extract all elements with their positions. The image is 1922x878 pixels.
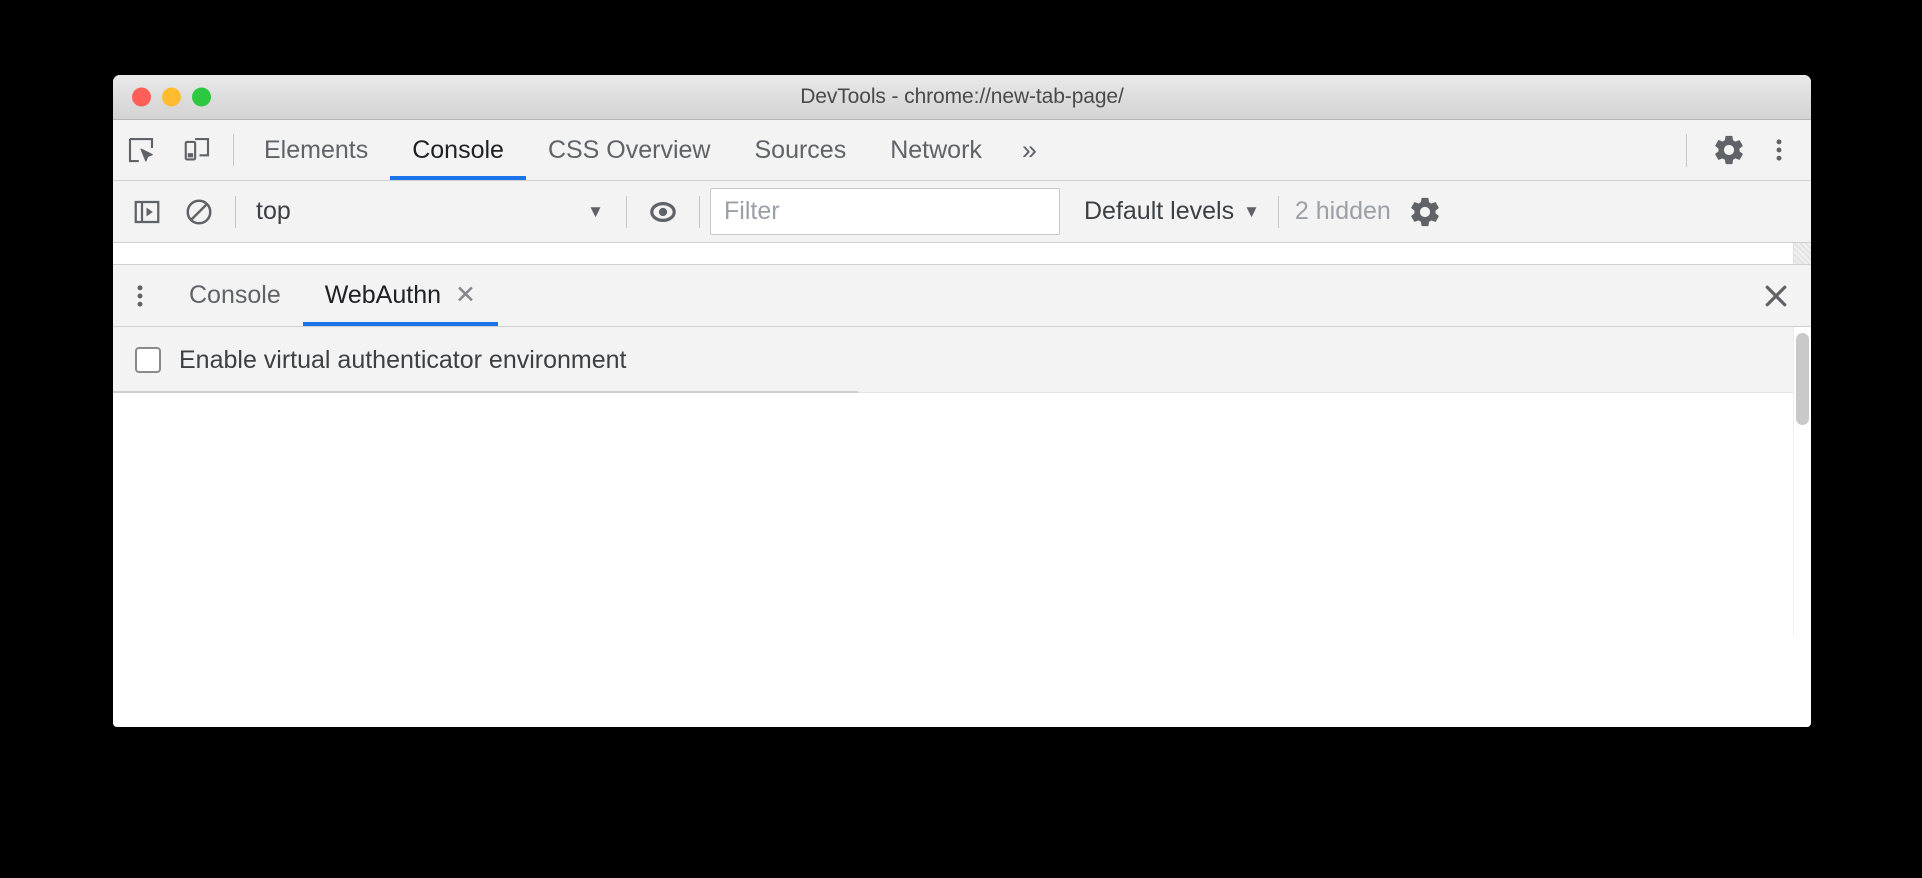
- drawer-tabbar: Console WebAuthn ✕: [113, 265, 1811, 327]
- console-messages-empty: [113, 243, 1793, 264]
- toolbar-divider: [233, 134, 234, 166]
- tabbar-right-tools: [1672, 120, 1811, 180]
- tabbar-spacer: [1055, 120, 1672, 180]
- console-toolbar-divider-1: [235, 195, 236, 228]
- hidden-messages-count: 2 hidden: [1294, 197, 1391, 225]
- log-levels-selector[interactable]: Default levels ▼: [1076, 191, 1268, 233]
- webauthn-panel: Enable virtual authenticator environment: [113, 327, 1793, 635]
- drawer-tab-console-label: Console: [189, 281, 281, 309]
- gear-icon[interactable]: [1397, 189, 1453, 235]
- tabbar-divider: [1686, 133, 1687, 167]
- device-toolbar-icon[interactable]: [169, 120, 225, 180]
- console-sidebar-toggle-icon[interactable]: [121, 189, 173, 235]
- enable-virtual-authenticator-checkbox[interactable]: [135, 347, 161, 373]
- webauthn-toolbar: Enable virtual authenticator environment: [113, 327, 1793, 393]
- chevron-down-icon: ▼: [587, 201, 604, 221]
- window-title: DevTools - chrome://new-tab-page/: [800, 85, 1124, 108]
- tab-console[interactable]: Console: [390, 120, 526, 180]
- devtools-main-tabbar: Elements Console CSS Overview Sources Ne…: [113, 120, 1811, 181]
- enable-virtual-authenticator-label: Enable virtual authenticator environment: [179, 345, 627, 374]
- tab-elements-label: Elements: [264, 135, 369, 164]
- minimize-window-button[interactable]: [162, 87, 181, 107]
- kebab-menu-icon[interactable]: [113, 265, 167, 326]
- console-filter-placeholder: Filter: [724, 197, 780, 225]
- gear-icon[interactable]: [1701, 133, 1757, 167]
- tab-sources-label: Sources: [754, 135, 847, 164]
- console-filter-input[interactable]: Filter: [710, 188, 1060, 235]
- console-toolbar-divider-4: [1277, 195, 1279, 228]
- tab-css-overview-label: CSS Overview: [547, 135, 711, 164]
- close-icon[interactable]: ✕: [455, 283, 476, 308]
- devtools-window: DevTools - chrome://new-tab-page/ Elemen…: [113, 75, 1811, 727]
- drawer-tab-webauthn[interactable]: WebAuthn ✕: [302, 265, 499, 326]
- webauthn-empty-content: [113, 393, 1793, 635]
- log-levels-value: Default levels: [1084, 197, 1235, 225]
- more-tabs-chevron-icon[interactable]: »: [1004, 120, 1055, 180]
- tab-sources[interactable]: Sources: [733, 120, 869, 180]
- zoom-window-button[interactable]: [192, 87, 211, 107]
- tab-css-overview[interactable]: CSS Overview: [526, 120, 733, 180]
- more-tabs-label: »: [1021, 134, 1037, 165]
- tab-console-label: Console: [412, 135, 504, 164]
- enable-virtual-authenticator-checkbox-row[interactable]: Enable virtual authenticator environment: [135, 346, 627, 375]
- traffic-light-group: [132, 87, 211, 107]
- drawer-scrollbar[interactable]: [1793, 327, 1811, 635]
- console-message-area: [113, 243, 1811, 265]
- drawer-tabbar-spacer: [498, 265, 1741, 326]
- inspect-element-icon[interactable]: [113, 120, 169, 180]
- chevron-down-icon: ▼: [1243, 201, 1260, 221]
- tab-network-label: Network: [890, 135, 982, 164]
- console-toolbar-divider-2: [626, 195, 627, 228]
- clear-console-icon[interactable]: [173, 189, 225, 235]
- tab-elements[interactable]: Elements: [242, 120, 390, 180]
- console-toolbar-divider-3: [699, 195, 700, 228]
- kebab-menu-icon[interactable]: [1757, 136, 1801, 164]
- close-window-button[interactable]: [132, 87, 151, 107]
- console-scrollbar-gutter[interactable]: [1793, 243, 1811, 264]
- drawer-tab-console[interactable]: Console: [167, 265, 303, 326]
- close-icon[interactable]: [1741, 265, 1811, 326]
- tab-network[interactable]: Network: [868, 120, 1004, 180]
- drawer-tab-webauthn-label: WebAuthn: [324, 281, 442, 309]
- eye-icon[interactable]: [637, 189, 689, 235]
- drawer-scrollbar-thumb[interactable]: [1796, 333, 1809, 425]
- devtools-drawer: Console WebAuthn ✕ Enable virtual authen…: [113, 265, 1811, 635]
- console-toolbar: top ▼ Filter Default levels ▼ 2 hidden: [113, 181, 1811, 243]
- window-titlebar: DevTools - chrome://new-tab-page/: [113, 75, 1811, 120]
- execution-context-value: top: [256, 197, 291, 225]
- execution-context-selector[interactable]: top ▼: [246, 192, 616, 232]
- drawer-body: Enable virtual authenticator environment: [113, 327, 1811, 635]
